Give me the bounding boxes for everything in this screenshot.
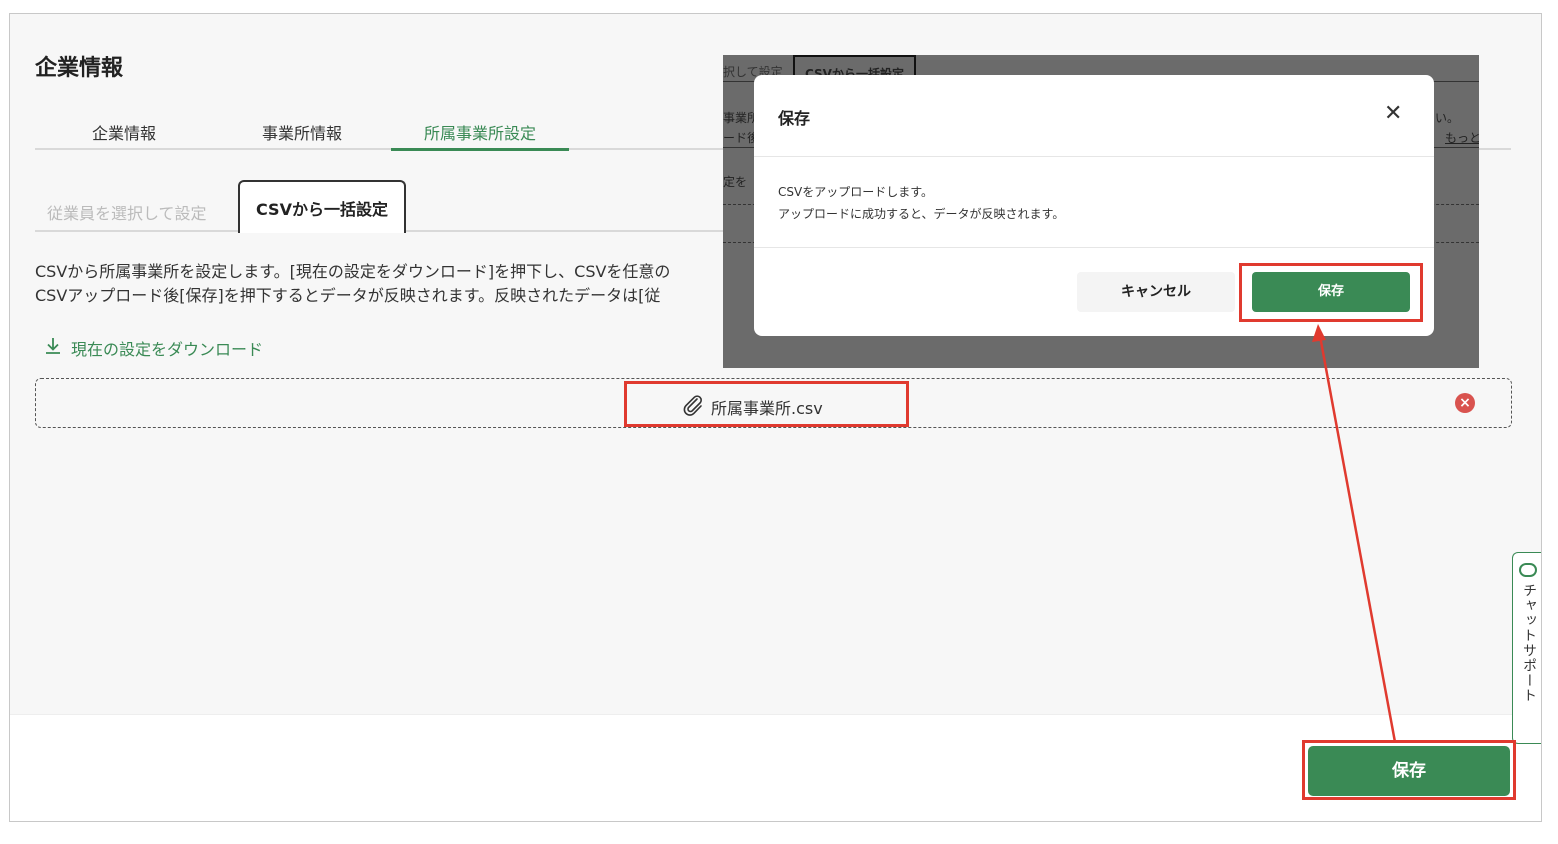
- annotation-arrow: [1312, 324, 1397, 743]
